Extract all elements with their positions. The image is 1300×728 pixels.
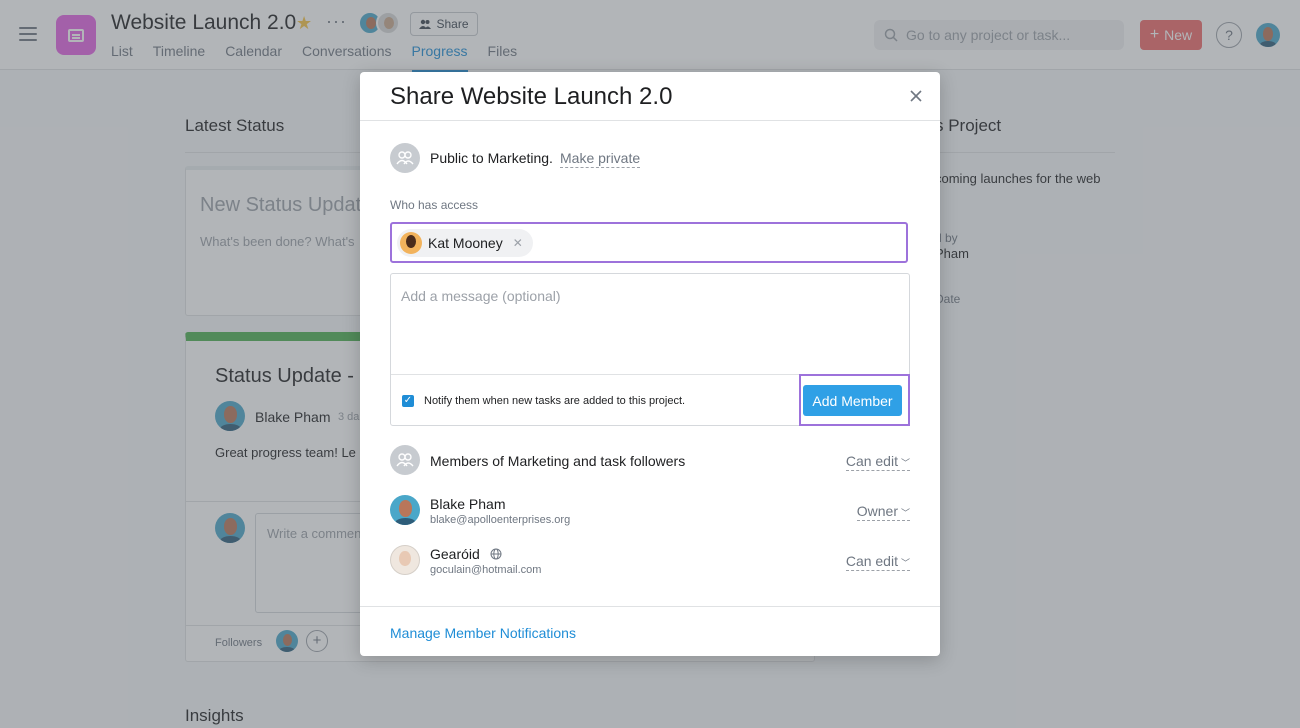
member-row: Gearóid goculain@hotmail.com Can edit ﹀: [390, 545, 910, 585]
member-row: Members of Marketing and task followers …: [390, 445, 910, 485]
invitee-token[interactable]: Kat Mooney ✕: [397, 229, 533, 257]
permission-dropdown[interactable]: Can edit ﹀: [845, 553, 910, 571]
add-member-button[interactable]: Add Member: [803, 385, 902, 416]
member-email: blake@apolloenterprises.org: [430, 514, 571, 526]
share-dialog: Share Website Launch 2.0 Public to Marke…: [360, 72, 940, 656]
member-avatar: [390, 495, 420, 525]
permission-value: Can edit: [845, 453, 898, 469]
invitee-avatar: [400, 232, 422, 254]
remove-token-icon[interactable]: ✕: [513, 236, 523, 250]
privacy-status: Public to Marketing.: [430, 150, 553, 166]
team-icon: [390, 445, 420, 475]
permission-dropdown[interactable]: Can edit ﹀: [845, 453, 910, 471]
team-icon: [390, 143, 420, 173]
member-email: goculain@hotmail.com: [430, 564, 542, 576]
access-label: Who has access: [390, 198, 479, 212]
member-name: Members of Marketing and task followers: [430, 453, 686, 469]
divider: [360, 120, 940, 121]
invitee-name: Kat Mooney: [428, 235, 503, 251]
permission-value: Owner: [856, 503, 898, 519]
make-private-link[interactable]: Make private: [560, 150, 641, 168]
notify-checkbox[interactable]: ✓: [402, 395, 414, 407]
permission-dropdown[interactable]: Owner ﹀: [856, 503, 910, 521]
member-name: Gearóid: [430, 546, 502, 562]
message-textarea[interactable]: Add a message (optional) ✓ Notify them w…: [390, 273, 910, 426]
message-placeholder: Add a message (optional): [401, 288, 561, 304]
member-name: Blake Pham: [430, 496, 506, 512]
chevron-down-icon: ﹀: [900, 508, 910, 518]
manage-notifications-link[interactable]: Manage Member Notifications: [390, 625, 576, 641]
notify-label: Notify them when new tasks are added to …: [424, 395, 686, 407]
chevron-down-icon: ﹀: [900, 458, 910, 468]
chevron-down-icon: ﹀: [900, 558, 910, 568]
close-icon[interactable]: [908, 88, 924, 104]
member-name-text: Gearóid: [430, 546, 480, 562]
globe-icon: [490, 548, 502, 560]
add-member-highlight: Add Member: [799, 374, 910, 426]
invite-input[interactable]: Kat Mooney ✕: [390, 222, 908, 263]
divider: [360, 606, 940, 607]
permission-value: Can edit: [845, 553, 898, 569]
member-avatar: [390, 545, 420, 575]
dialog-title: Share Website Launch 2.0: [390, 83, 673, 110]
member-row: Blake Pham blake@apolloenterprises.org O…: [390, 495, 910, 535]
